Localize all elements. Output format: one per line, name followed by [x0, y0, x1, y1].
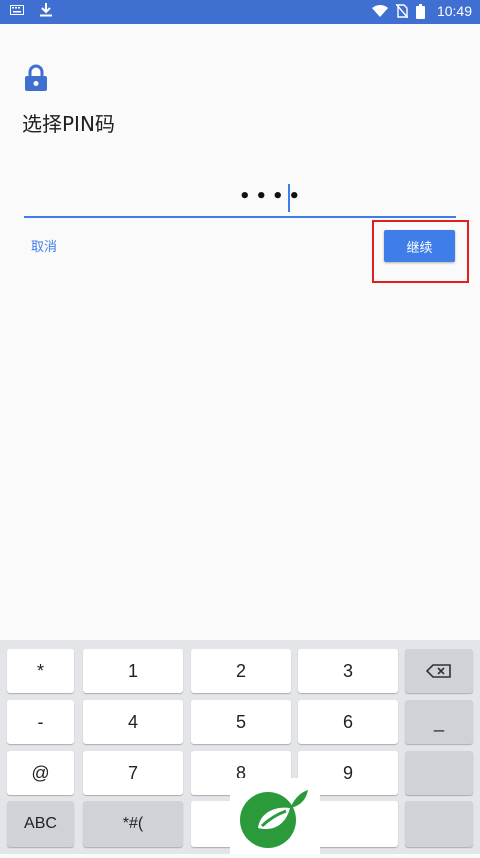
key-abc[interactable]: ABC	[7, 801, 74, 847]
cancel-button[interactable]: 取消	[31, 236, 57, 255]
pin-masked-value: ••••	[239, 186, 306, 207]
watermark-logo	[230, 778, 320, 854]
key-backspace[interactable]	[405, 649, 473, 693]
text-caret	[288, 184, 290, 212]
page-title: 选择PIN码	[22, 112, 115, 136]
pin-input[interactable]: ••••	[24, 182, 456, 218]
key-minus[interactable]: -	[7, 700, 74, 744]
key-3[interactable]: 3	[298, 649, 398, 693]
wifi-icon	[371, 5, 388, 17]
key-underscore[interactable]: _	[405, 700, 473, 744]
battery-icon	[415, 3, 425, 19]
key-4[interactable]: 4	[83, 700, 183, 744]
key-at[interactable]: @	[7, 751, 74, 795]
status-bar: 10:49	[0, 0, 480, 24]
key-5[interactable]: 5	[191, 700, 291, 744]
leaf-logo-icon	[240, 790, 308, 848]
no-sim-icon	[395, 4, 408, 18]
key-symbols[interactable]: *#(	[83, 801, 183, 847]
lock-icon	[25, 64, 47, 91]
key-7[interactable]: 7	[83, 751, 183, 795]
key-enter[interactable]	[405, 801, 473, 847]
clock: 10:49	[436, 3, 472, 19]
download-icon	[40, 3, 52, 17]
keyboard-icon	[10, 5, 24, 15]
continue-button[interactable]: 继续	[384, 230, 455, 262]
key-6[interactable]: 6	[298, 700, 398, 744]
key-1[interactable]: 1	[83, 649, 183, 693]
key-2[interactable]: 2	[191, 649, 291, 693]
backspace-icon	[426, 664, 451, 678]
key-next[interactable]	[405, 751, 473, 795]
key-asterisk[interactable]: *	[7, 649, 74, 693]
